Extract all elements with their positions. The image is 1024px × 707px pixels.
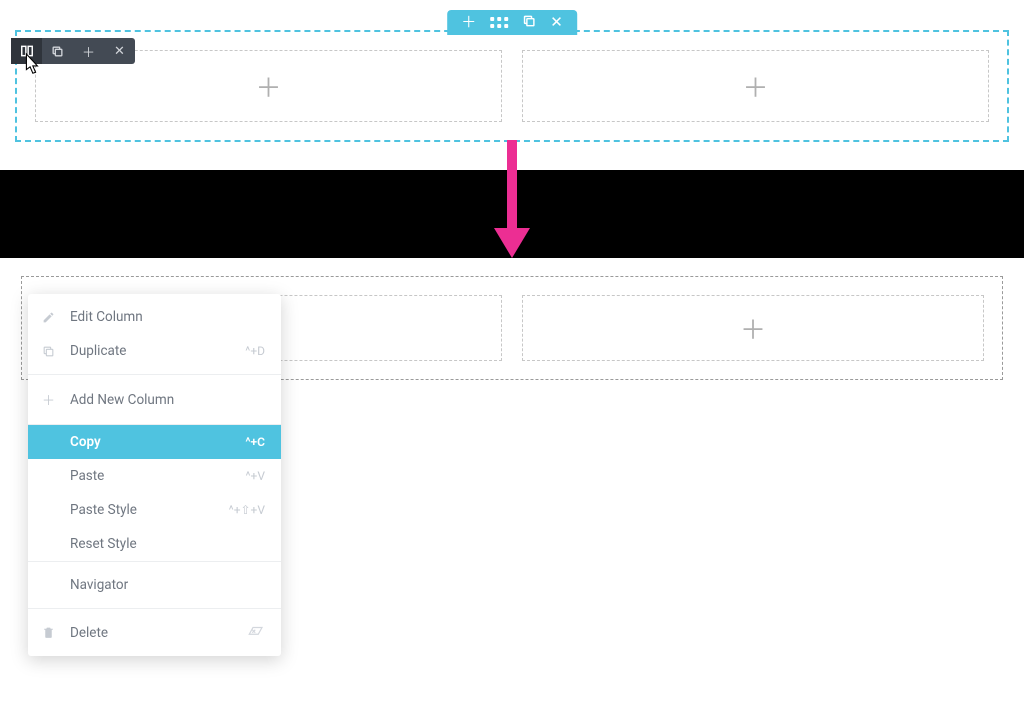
column-placeholder-right[interactable]: ＋ — [522, 50, 989, 122]
add-button[interactable]: ＋ — [73, 38, 104, 64]
menu-item-reset-style[interactable]: Reset Style — [28, 527, 281, 561]
erase-icon — [247, 624, 265, 641]
column-placeholder-right[interactable]: ＋ — [522, 295, 984, 361]
menu-label: Delete — [70, 625, 247, 641]
menu-label: Copy — [70, 434, 245, 450]
copy-icon[interactable] — [522, 14, 536, 31]
menu-label: Reset Style — [70, 536, 265, 552]
section-handle[interactable]: ＋ ✕ — [447, 10, 577, 35]
menu-item-delete[interactable]: Delete — [28, 615, 281, 650]
plus-icon: ＋ — [42, 390, 60, 409]
menu-item-paste-style[interactable]: Paste Style ^+⇧+V — [28, 493, 281, 527]
pencil-icon — [42, 311, 60, 324]
menu-item-edit-column[interactable]: Edit Column — [28, 300, 281, 334]
menu-label: Paste Style — [70, 502, 229, 518]
close-icon[interactable]: ✕ — [550, 15, 563, 30]
column-edit-button[interactable] — [11, 38, 42, 64]
trash-icon — [42, 626, 60, 639]
context-menu: Edit Column Duplicate ^+D ＋ Add New Colu… — [28, 294, 281, 656]
section-selected[interactable]: ＋ ＋ — [15, 30, 1009, 142]
grip-icon[interactable] — [490, 17, 508, 28]
copy-icon — [42, 345, 60, 358]
menu-item-duplicate[interactable]: Duplicate ^+D — [28, 334, 281, 368]
menu-item-add-column[interactable]: ＋ Add New Column — [28, 381, 281, 418]
menu-label: Navigator — [70, 577, 265, 593]
shortcut-label: ^+D — [245, 344, 265, 358]
menu-label: Add New Column — [70, 392, 265, 408]
menu-item-navigator[interactable]: Navigator — [28, 568, 281, 602]
menu-label: Edit Column — [70, 309, 265, 325]
duplicate-button[interactable] — [42, 38, 73, 64]
annotation-arrow-icon — [490, 140, 534, 264]
plus-icon[interactable]: ＋ — [461, 15, 476, 30]
menu-item-copy[interactable]: Copy ^+C — [28, 425, 281, 459]
menu-label: Duplicate — [70, 343, 245, 359]
shortcut-label: ^+⇧+V — [229, 503, 265, 517]
column-toolbar: ＋ ✕ — [11, 38, 135, 64]
shortcut-label: ^+C — [245, 435, 265, 449]
remove-button[interactable]: ✕ — [104, 38, 135, 64]
menu-label: Paste — [70, 468, 246, 484]
shortcut-label: ^+V — [246, 469, 265, 483]
menu-item-paste[interactable]: Paste ^+V — [28, 459, 281, 493]
